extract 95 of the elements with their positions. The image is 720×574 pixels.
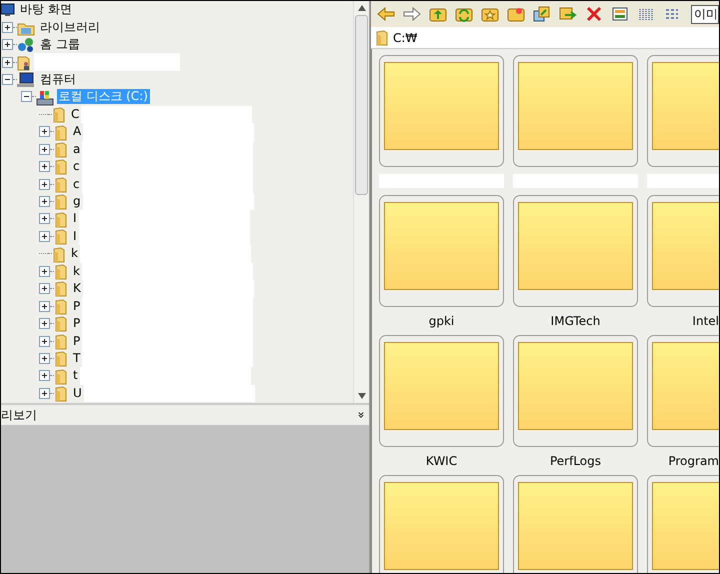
expand-toggle[interactable] bbox=[39, 230, 50, 242]
expand-toggle[interactable] bbox=[39, 336, 50, 347]
tree-item[interactable]: k bbox=[71, 264, 82, 279]
tree-item[interactable]: P bbox=[71, 298, 82, 314]
folder-icon bbox=[375, 28, 389, 46]
tree-item[interactable]: 라이브러리 bbox=[38, 20, 102, 35]
tree-item[interactable]: 바탕 화면 bbox=[18, 2, 74, 18]
tree-item[interactable]: 컴퓨터 bbox=[38, 72, 78, 87]
folder-icon bbox=[54, 297, 68, 316]
back-arrow-icon bbox=[377, 7, 396, 21]
tree-item[interactable]: T bbox=[71, 350, 82, 366]
tree-item[interactable]: P bbox=[71, 316, 82, 332]
expand-toggle[interactable] bbox=[39, 178, 50, 190]
scroll-up-arrow[interactable] bbox=[358, 5, 366, 11]
forward-arrow-icon bbox=[403, 7, 422, 21]
scroll-down-arrow[interactable] bbox=[358, 393, 366, 399]
list-view-icon bbox=[664, 7, 680, 21]
folder-icon bbox=[54, 122, 68, 141]
folder-tile[interactable] bbox=[513, 195, 638, 307]
folder-icon bbox=[54, 332, 68, 350]
expand-toggle[interactable] bbox=[39, 370, 50, 382]
grid-view-icon bbox=[612, 7, 628, 21]
columns-view-icon bbox=[638, 7, 654, 21]
folder-tile[interactable] bbox=[379, 475, 504, 573]
folder-name: Program bbox=[668, 453, 719, 470]
folder-icon bbox=[54, 314, 68, 333]
tree-item[interactable]: C bbox=[69, 106, 82, 122]
delete-icon bbox=[586, 6, 602, 22]
tree-item[interactable]: c bbox=[71, 176, 82, 192]
folder-name: Intel bbox=[692, 313, 719, 330]
folder-icon bbox=[52, 244, 66, 263]
folder-icon bbox=[54, 262, 68, 280]
folder-icon bbox=[54, 158, 68, 176]
expand-toggle[interactable] bbox=[39, 196, 50, 208]
tree-item[interactable]: 홈 그룹 bbox=[38, 37, 82, 52]
folder-tile[interactable] bbox=[379, 335, 504, 447]
expand-toggle[interactable] bbox=[2, 56, 13, 68]
folder-icon bbox=[52, 105, 66, 124]
expand-toggle[interactable] bbox=[39, 266, 50, 277]
expand-toggle[interactable] bbox=[39, 352, 50, 364]
view-field[interactable]: 이미 bbox=[691, 4, 719, 24]
folder-icon bbox=[54, 140, 68, 158]
folder-name: KWIC bbox=[426, 453, 458, 470]
tree-item[interactable]: c bbox=[71, 159, 82, 174]
expand-toggle[interactable] bbox=[39, 144, 50, 155]
folder-icon bbox=[54, 366, 68, 385]
address-path[interactable]: C:₩ bbox=[393, 28, 418, 46]
expand-toggle[interactable] bbox=[39, 318, 50, 330]
tree-item[interactable]: U bbox=[71, 386, 84, 401]
expand-toggle[interactable] bbox=[39, 300, 50, 312]
folder-icon bbox=[54, 192, 68, 211]
expand-toggle[interactable] bbox=[39, 388, 50, 399]
expand-toggle[interactable] bbox=[39, 161, 50, 172]
folder-icon bbox=[54, 175, 68, 194]
folder-name: gpki bbox=[428, 313, 454, 330]
expand-toggle[interactable] bbox=[39, 283, 50, 294]
tree-item[interactable]: k bbox=[69, 246, 80, 262]
new-folder-icon bbox=[507, 6, 526, 22]
tree-item[interactable]: I bbox=[71, 211, 79, 226]
folder-icon bbox=[54, 384, 68, 402]
folder-icon bbox=[54, 210, 68, 228]
tree-item[interactable]: K bbox=[71, 281, 83, 296]
folder-name: IMGTech bbox=[550, 313, 600, 330]
folder-up-icon bbox=[429, 6, 448, 22]
tree-item[interactable]: a bbox=[71, 142, 82, 157]
computer-icon bbox=[17, 70, 35, 88]
folder-tile[interactable] bbox=[513, 475, 638, 573]
expand-toggle[interactable] bbox=[39, 126, 50, 138]
folder-name: PerfLogs bbox=[550, 453, 602, 470]
expand-toggle[interactable] bbox=[2, 39, 13, 50]
folder-icon bbox=[54, 280, 68, 298]
tree-item[interactable]: I bbox=[71, 228, 79, 244]
folder-tile[interactable] bbox=[379, 195, 504, 307]
tree-item[interactable]: P bbox=[71, 334, 82, 349]
preview-title: 리보기 bbox=[1, 407, 37, 424]
folder-icon bbox=[54, 227, 68, 246]
tree-item[interactable]: g bbox=[71, 194, 83, 210]
monitor-icon bbox=[1, 1, 15, 19]
folder-refresh-icon bbox=[455, 6, 474, 22]
copy-icon bbox=[532, 6, 551, 22]
folder-tile[interactable] bbox=[513, 335, 638, 447]
expand-toggle[interactable] bbox=[39, 213, 50, 224]
move-icon bbox=[558, 6, 577, 22]
expand-toggle[interactable] bbox=[2, 22, 13, 33]
folder-tile[interactable] bbox=[513, 55, 638, 167]
collapse-toggle[interactable] bbox=[20, 91, 32, 102]
copy-button[interactable] bbox=[532, 4, 552, 24]
folder-tile[interactable] bbox=[379, 55, 504, 167]
network-icon bbox=[17, 36, 35, 54]
collapse-toggle[interactable]: » bbox=[352, 411, 370, 419]
tree-item[interactable]: t bbox=[71, 368, 80, 384]
folder-icon bbox=[54, 349, 68, 368]
tree-item[interactable]: A bbox=[71, 124, 84, 140]
scrollbar-thumb[interactable] bbox=[355, 15, 368, 195]
collapse-toggle[interactable] bbox=[2, 74, 13, 85]
